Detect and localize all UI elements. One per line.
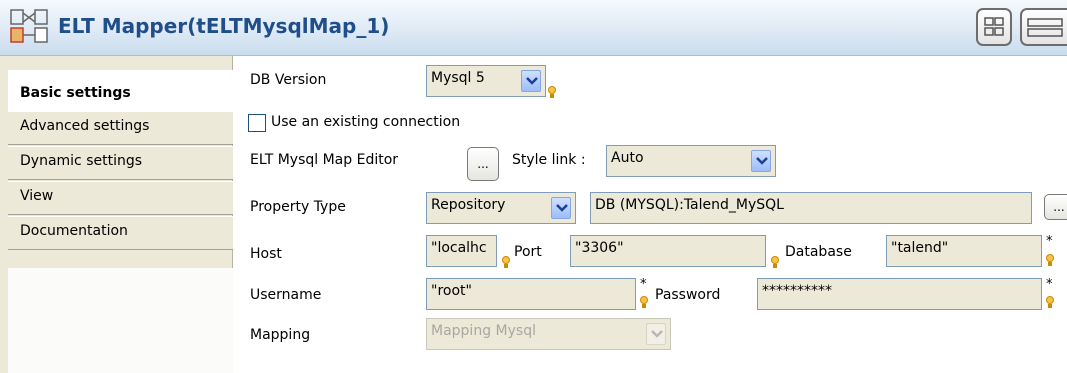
layout-grid-button[interactable] xyxy=(976,8,1012,46)
layout-rows-button[interactable] xyxy=(1020,8,1067,46)
lightbulb-icon xyxy=(1046,254,1054,266)
required-marker: * xyxy=(1046,277,1053,292)
elt-mapper-icon xyxy=(10,8,48,46)
component-header: ELT Mapper(tELTMysqlMap_1) xyxy=(0,0,1067,56)
open-map-editor-button[interactable]: ... xyxy=(467,147,499,181)
layout-grid-icon xyxy=(984,17,1004,36)
mapping-value: Mapping Mysql xyxy=(431,323,536,339)
password-input[interactable]: ********** xyxy=(757,278,1042,310)
tab-dynamic-settings[interactable]: Dynamic settings xyxy=(8,146,233,180)
lightbulb-icon xyxy=(1046,296,1054,308)
chevron-down-icon[interactable] xyxy=(551,197,571,219)
chevron-down-icon[interactable] xyxy=(521,70,541,92)
repository-browse-button[interactable]: ... xyxy=(1044,194,1067,220)
mapping-select[interactable]: Mapping Mysql xyxy=(426,318,671,350)
property-type-label: Property Type xyxy=(250,199,346,215)
tab-documentation[interactable]: Documentation xyxy=(8,216,233,250)
required-marker: * xyxy=(1046,234,1053,249)
use-existing-connection-checkbox[interactable] xyxy=(248,114,266,132)
lightbulb-icon xyxy=(640,296,648,308)
password-label: Password xyxy=(655,287,721,303)
style-link-value: Auto xyxy=(611,150,644,166)
repository-field[interactable]: DB (MYSQL):Talend_MySQL xyxy=(590,192,1032,224)
database-label: Database xyxy=(785,244,852,260)
lightbulb-icon xyxy=(771,256,779,268)
tab-basic-settings[interactable]: Basic settings xyxy=(8,70,233,112)
elt-map-editor-label: ELT Mysql Map Editor xyxy=(250,152,399,168)
username-input[interactable]: "root" xyxy=(426,278,636,310)
property-type-select[interactable]: Repository xyxy=(426,192,576,224)
page-title: ELT Mapper(tELTMysqlMap_1) xyxy=(58,14,390,38)
tab-view[interactable]: View xyxy=(8,181,233,215)
sidebar-empty-area xyxy=(8,268,233,373)
tab-advanced-settings[interactable]: Advanced settings xyxy=(8,111,233,145)
host-input[interactable]: "localhc xyxy=(426,235,497,267)
mapping-label: Mapping xyxy=(250,327,311,343)
use-existing-connection-label: Use an existing connection xyxy=(271,114,461,130)
style-link-label: Style link : xyxy=(512,152,586,168)
lightbulb-icon xyxy=(502,256,510,268)
property-type-value: Repository xyxy=(431,197,506,213)
chevron-down-icon[interactable] xyxy=(751,150,771,172)
database-input[interactable]: "talend" xyxy=(886,235,1042,267)
port-input[interactable]: "3306" xyxy=(570,235,766,267)
port-label: Port xyxy=(514,244,542,260)
chevron-down-icon xyxy=(646,323,666,345)
required-marker: * xyxy=(640,277,647,292)
db-version-select[interactable]: Mysql 5 xyxy=(426,65,546,97)
db-version-value: Mysql 5 xyxy=(431,70,485,86)
db-version-label: DB Version xyxy=(250,72,327,88)
lightbulb-icon xyxy=(548,86,556,98)
style-link-select[interactable]: Auto xyxy=(606,145,776,177)
username-label: Username xyxy=(250,287,322,303)
host-label: Host xyxy=(250,246,282,262)
layout-rows-icon xyxy=(1027,18,1063,37)
